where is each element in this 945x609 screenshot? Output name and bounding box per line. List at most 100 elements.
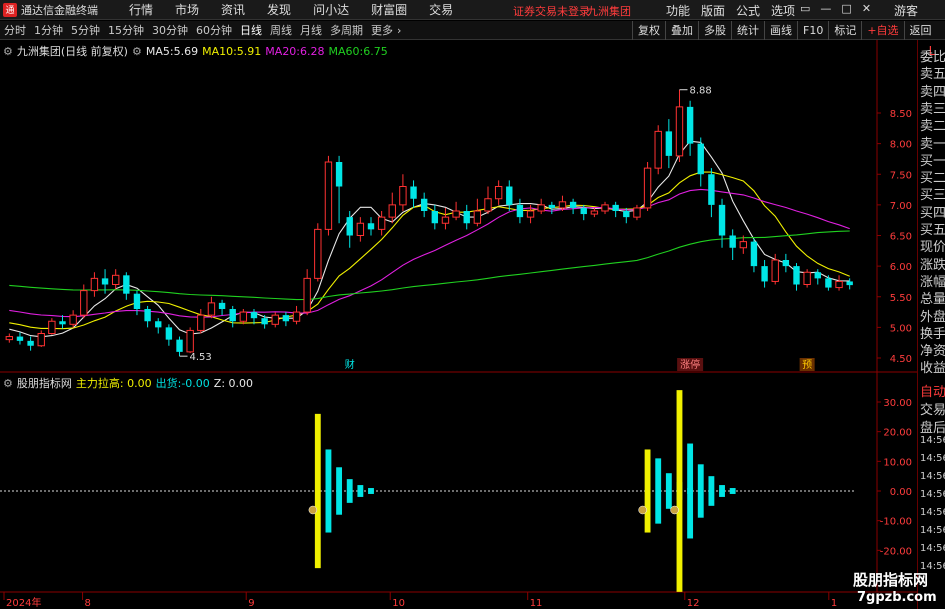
candle-body [324,161,333,230]
window-minimize-icon[interactable]: — [820,2,831,15]
stock-name-label: 九洲集团(日线 前复权) [16,45,128,58]
tool-huaxian[interactable]: 画线 [764,21,797,40]
candle-body [101,278,109,285]
menu-shichang[interactable]: 市场 [175,1,199,18]
price-tick-label: 4.50 [890,354,912,365]
app-title: 通达信金融终端 [21,3,98,17]
indicator-tick-label: 10.00 [883,457,912,468]
indicator-bar-cyan [368,488,374,494]
indicator-z: Z: 0.00 [213,376,254,390]
candle-body [123,275,130,294]
candle-body [271,314,279,325]
price-tick-label: 5.50 [890,293,912,304]
menu-gongshi[interactable]: 公式 [736,2,760,19]
candle-body [16,336,24,341]
window-maximize-icon[interactable]: □ [841,2,851,15]
candle-body [388,204,396,218]
candle-body [558,201,567,209]
period-more[interactable]: 更多 [367,22,397,38]
ma60-label: MA60:6.75 [328,44,388,58]
time-tick-label: 1 [831,598,837,609]
sidebar-item: 涨幅 [920,274,945,290]
sidebar-item: 外盘 [920,309,945,325]
indicator-legend: ⚙ 股朋指标网 主力拉高: 0.00 出货:-0.00 Z: 0.00 [3,375,253,391]
period-monthly[interactable]: 月线 [296,22,326,38]
ma5-label: MA5:5.69 [145,44,199,58]
window-restore-icon[interactable]: ▭ [800,2,810,15]
sidebar-item: 买三 [920,188,945,204]
menu-hangqing[interactable]: 行情 [129,1,153,18]
ma10-label: MA10:5.91 [202,44,262,58]
login-status-link[interactable]: 证券交易未登录 [513,3,590,19]
time-tick-label: 10 [392,598,405,609]
menu-jiaoyi[interactable]: 交易 [429,1,453,18]
candle-body [239,311,248,322]
tool-fuquan[interactable]: 复权 [632,21,665,40]
sidebar-item: 14:56 [920,525,945,536]
price-tick-label: 6.50 [890,232,912,243]
period-daily[interactable]: 日线 [236,22,266,38]
period-15min[interactable]: 15分钟 [104,22,148,38]
menu-caifuquan[interactable]: 财富圈 [371,1,407,18]
candle-body [643,167,652,209]
event-tag: 涨停 [680,358,700,371]
period-1min[interactable]: 1分钟 [30,22,67,38]
sidebar-item: 自动 [920,385,945,400]
ma-legend-gear-icon[interactable]: ⚙ [132,45,142,58]
candle-body [569,201,577,208]
coin-marker-icon [308,505,318,515]
tool-duogu[interactable]: 多股 [698,21,731,40]
candle-body [250,312,258,319]
price-tick-label: 5.00 [890,323,912,334]
period-60min[interactable]: 60分钟 [192,22,236,38]
back-button[interactable]: 返回 [903,21,937,40]
chevron-right-icon[interactable]: › [397,24,401,37]
menu-banmian[interactable]: 版面 [701,2,725,19]
candle-body [218,302,226,309]
sidebar-item: 卖四 [920,84,945,100]
indicator-gear-icon[interactable]: ⚙ [3,377,13,390]
menu-faxian[interactable]: 发现 [267,1,291,18]
sidebar-item: 14:56 [920,471,945,482]
indicator-tick-label: -20.00 [880,546,912,557]
sidebar-item: 卖五 [920,67,945,83]
candle-body [825,278,832,288]
sidebar-item: 14:56 [920,435,945,446]
menu-zixun[interactable]: 资讯 [221,1,245,18]
candle-body [612,204,619,211]
period-multi[interactable]: 多周期 [326,22,367,38]
tool-tongji[interactable]: 统计 [731,21,764,40]
indicator-tick-label: 0.00 [890,487,912,498]
candle-body [814,272,821,279]
sidebar-item: 卖一 [920,136,945,152]
candle-body [144,309,151,322]
indicator-bar-yellow [314,413,321,569]
candle-body [526,210,535,218]
tool-f10[interactable]: F10 [797,21,828,40]
period-5min[interactable]: 5分钟 [67,22,104,38]
settings-gear-icon[interactable]: ⚙ [3,45,13,58]
menu-wenxiaoda[interactable]: 问小达 [313,1,349,18]
period-weekly[interactable]: 周线 [266,22,296,38]
tool-diejia[interactable]: 叠加 [665,21,698,40]
menu-gongneng[interactable]: 功能 [666,2,690,19]
sidebar-item: 收益 [920,361,945,377]
price-tick-label: 7.50 [890,170,912,181]
period-30min[interactable]: 30分钟 [148,22,192,38]
candle-body [399,186,407,206]
candle-body [27,340,34,346]
guest-user[interactable]: 游客 [894,2,918,19]
window-close-icon[interactable]: ✕ [862,2,871,15]
add-watchlist-button[interactable]: +自选 [861,21,903,40]
indicator-bar-cyan [346,479,353,503]
stock-chart[interactable]: 8.50 8.00 7.50 7.00 6.50 6.00 5.50 5.00 4.50 8.88… [0,40,917,609]
indicator-name[interactable]: 股朋指标网 [17,375,72,391]
candle-body [506,186,513,205]
candle-body [48,320,56,334]
menu-xuanxiang[interactable]: 选项 [771,2,795,19]
candle-body [654,130,662,169]
candle-body [207,302,216,316]
indicator-tick-label: 30.00 [883,398,912,409]
period-fenshi[interactable]: 分时 [0,22,30,38]
tool-biaoji[interactable]: 标记 [828,21,861,40]
